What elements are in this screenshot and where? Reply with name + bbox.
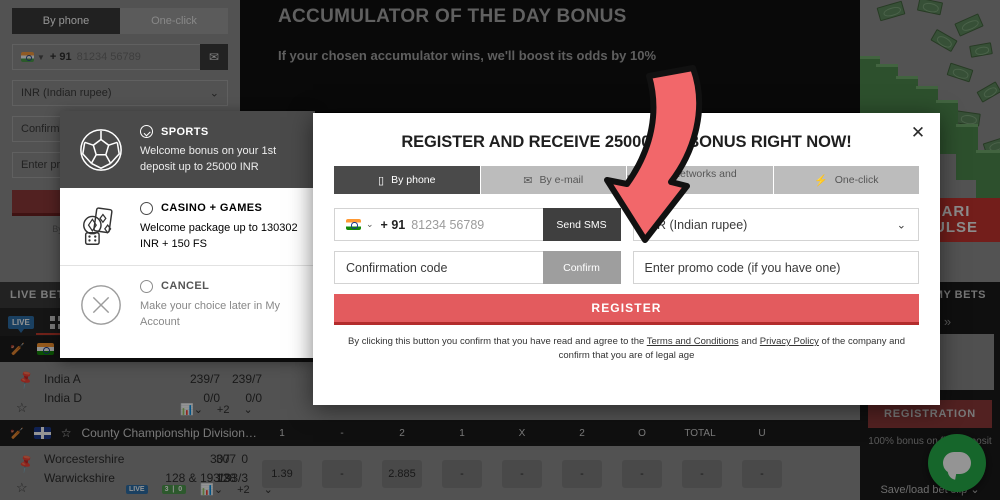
register-button[interactable]: REGISTER	[334, 294, 919, 325]
bonus-option-sports[interactable]: SPORTS Welcome bonus on your 1st deposit…	[60, 111, 315, 188]
terms-and-conditions-link[interactable]: Terms and Conditions	[647, 336, 739, 347]
tab-by-phone-label: By phone	[391, 174, 436, 186]
envelope-icon: ✉	[523, 174, 533, 187]
confirm-button[interactable]: Confirm	[542, 251, 621, 284]
registration-form: ⌄ + 91 81234 56789 Send SMS INR (Indian …	[313, 194, 940, 284]
privacy-policy-link[interactable]: Privacy Policy	[760, 336, 819, 347]
radio-unchecked-icon[interactable]	[140, 201, 153, 215]
casino-chips-cards-icon	[74, 202, 128, 253]
bonus-option-sports-label: SPORTS	[161, 125, 209, 138]
tab-one-click[interactable]: ⚡ One-click	[773, 166, 919, 194]
phone-placeholder: 81234 56789	[411, 217, 485, 232]
currency-field-wrapper: INR (Indian rupee) ⌄	[632, 208, 919, 241]
tab-by-phone[interactable]: ▯ By phone	[334, 166, 481, 194]
promo-code-input[interactable]: Enter promo code (if you have one)	[632, 251, 919, 284]
bonus-option-sports-text: SPORTS Welcome bonus on your 1st deposit…	[140, 125, 301, 176]
send-sms-button[interactable]: Send SMS	[542, 208, 621, 241]
tab-social-networks[interactable]: ⎋ Social networks and mess...	[627, 166, 774, 194]
promo-field-wrapper: Enter promo code (if you have one)	[632, 251, 919, 284]
terms-part-2: and	[738, 336, 760, 347]
bonus-option-cancel-label: CANCEL	[161, 280, 210, 293]
chevron-down-icon: ⌄	[896, 219, 906, 231]
bonus-option-sports-desc: Welcome bonus on your 1st deposit up to …	[140, 145, 277, 173]
bonus-option-cancel[interactable]: CANCEL Make your choice later in My Acco…	[60, 264, 315, 343]
bonus-option-casino[interactable]: CASINO + GAMES Welcome package up to 130…	[60, 188, 315, 265]
bonus-option-cancel-title-row: CANCEL	[140, 279, 301, 293]
tab-by-email[interactable]: ✉ By e-mail	[480, 166, 627, 194]
form-row-1: ⌄ + 91 81234 56789 Send SMS INR (Indian …	[334, 208, 919, 241]
bonus-option-sports-title-row: SPORTS	[140, 125, 301, 138]
bonus-option-casino-text: CASINO + GAMES Welcome package up to 130…	[140, 201, 301, 253]
page-title: REGISTER AND RECEIVE 25000 INR BONUS RIG…	[401, 133, 852, 151]
bonus-option-cancel-text: CANCEL Make your choice later in My Acco…	[140, 279, 301, 331]
india-flag-icon[interactable]	[346, 219, 361, 230]
share-icon: ⎋	[627, 173, 636, 186]
bonus-choice-popup: SPORTS Welcome bonus on your 1st deposit…	[60, 111, 315, 358]
registration-modal: ✕ REGISTER AND RECEIVE 25000 INR BONUS R…	[313, 113, 940, 405]
tab-social-networks-label: Social networks and mess...	[642, 168, 737, 192]
tab-by-email-label: By e-mail	[539, 174, 584, 186]
bonus-option-casino-label: CASINO + GAMES	[161, 202, 263, 215]
close-icon[interactable]: ✕	[908, 123, 928, 143]
form-row-2: Confirmation code Confirm Enter promo co…	[334, 251, 919, 284]
terms-part-1: By clicking this button you confirm that…	[348, 336, 647, 347]
confirmation-placeholder: Confirmation code	[346, 260, 448, 275]
tab-one-click-label: One-click	[834, 174, 879, 186]
bonus-option-casino-desc: Welcome package up to 130302 INR + 150 F…	[140, 221, 298, 250]
app-root: By phone One-click ▼ + 91 81234 56789 ✉ …	[0, 0, 1000, 500]
confirmation-field-wrapper: Confirmation code Confirm	[334, 251, 621, 284]
promo-placeholder: Enter promo code (if you have one)	[644, 260, 841, 275]
circle-x-icon	[74, 280, 128, 331]
radio-checked-icon[interactable]	[140, 125, 153, 138]
dial-code: + 91	[380, 217, 406, 232]
currency-value: INR (Indian rupee)	[644, 217, 748, 232]
phone-icon: ▯	[378, 174, 385, 187]
football-icon	[74, 125, 128, 176]
bonus-option-cancel-desc: Make your choice later in My Account	[140, 299, 280, 328]
phone-field-wrapper: ⌄ + 91 81234 56789 Send SMS	[334, 208, 621, 241]
chevron-down-icon[interactable]: ⌄	[366, 219, 374, 230]
currency-select[interactable]: INR (Indian rupee) ⌄	[632, 208, 919, 241]
lightning-icon: ⚡	[814, 174, 828, 187]
bonus-option-casino-title-row: CASINO + GAMES	[140, 201, 301, 215]
registration-tabs: ▯ By phone ✉ By e-mail ⎋ Social networks…	[334, 166, 919, 194]
radio-unchecked-icon[interactable]	[140, 279, 153, 293]
terms-text: By clicking this button you confirm that…	[337, 335, 916, 363]
